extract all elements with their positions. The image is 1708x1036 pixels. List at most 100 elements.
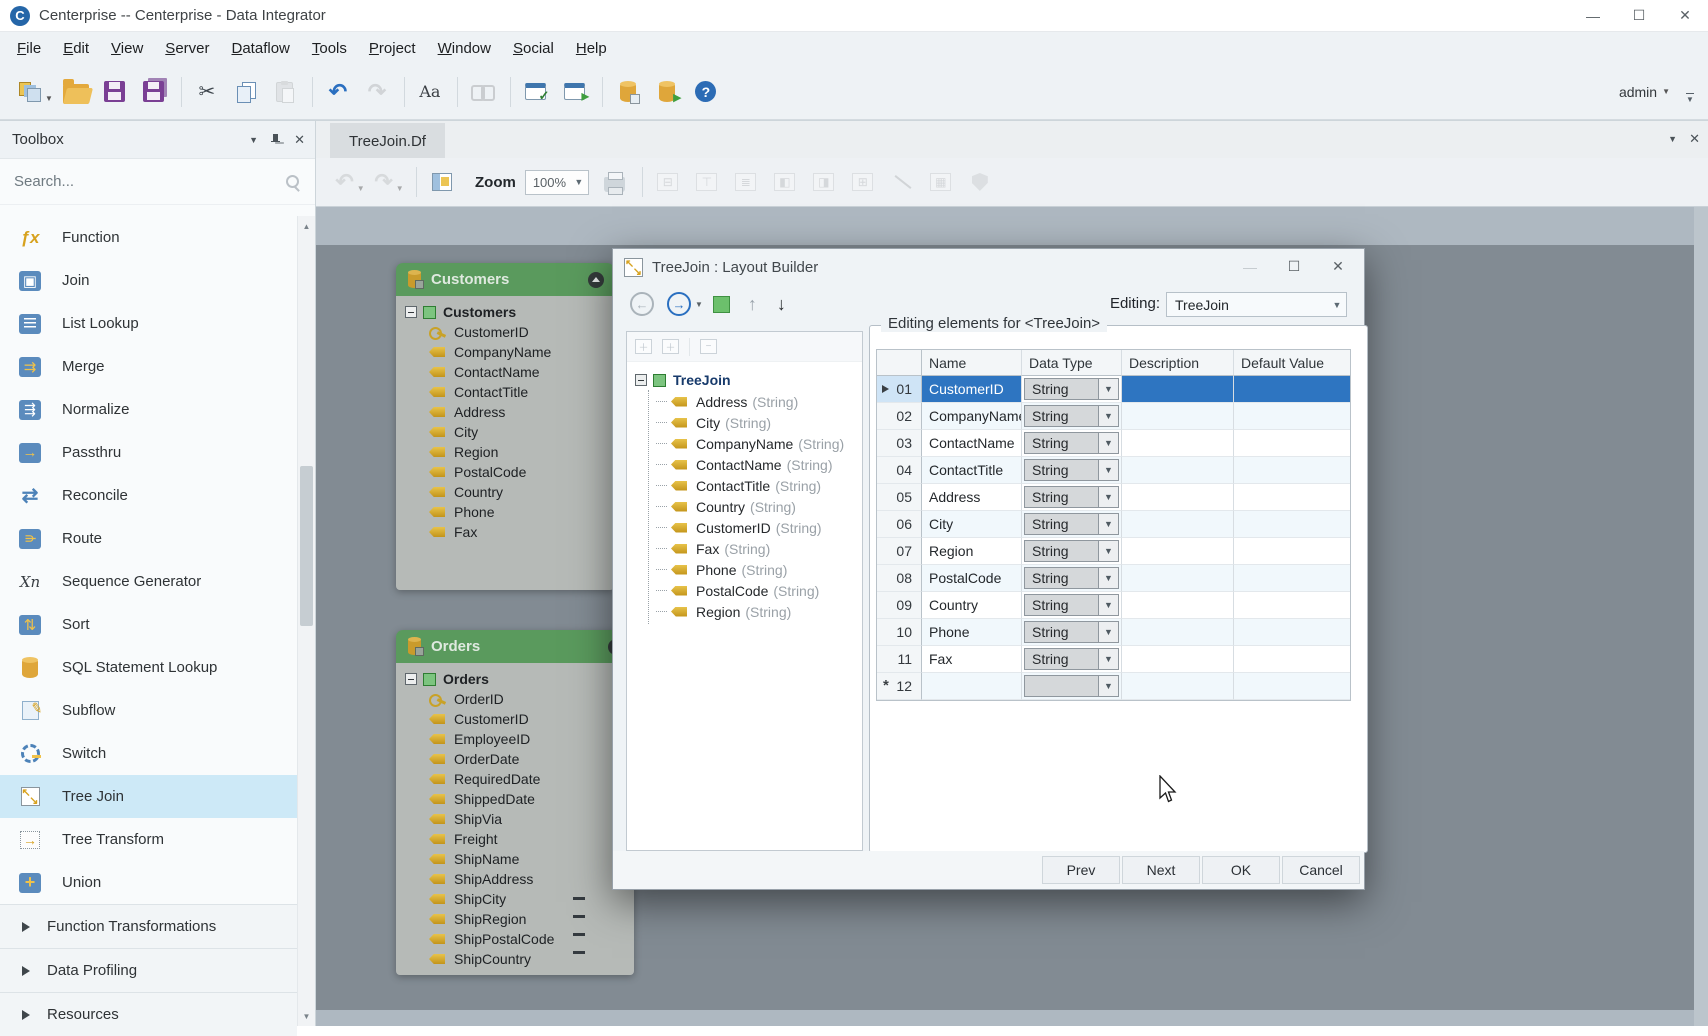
data-type-cell[interactable]: String ▼ <box>1022 538 1122 565</box>
node-header-customers[interactable]: Customers <box>396 263 614 296</box>
toolbox-item-join[interactable]: Join <box>0 259 297 302</box>
minimize-button[interactable]: — <box>1570 0 1616 31</box>
toolbox-section-resources[interactable]: Resources <box>0 992 297 1036</box>
data-type-cell[interactable]: ▼ <box>1022 673 1122 700</box>
copy-button[interactable] <box>230 73 262 111</box>
row-header-09[interactable]: 09 <box>877 592 922 619</box>
collapse-expander-icon[interactable] <box>635 374 647 386</box>
chevron-down-icon[interactable]: ▼ <box>1098 432 1119 454</box>
data-type-select[interactable]: String ▼ <box>1024 459 1119 481</box>
node-field-customerid[interactable]: CustomerID <box>405 709 634 729</box>
toolbox-item-switch[interactable]: Switch <box>0 732 297 775</box>
data-type-select[interactable]: String ▼ <box>1024 405 1119 427</box>
toolbox-item-function[interactable]: Function <box>0 216 297 259</box>
chevron-down-icon[interactable]: ▼ <box>1098 567 1119 589</box>
name-cell[interactable]: ContactTitle <box>922 457 1022 484</box>
data-type-cell[interactable]: String ▼ <box>1022 430 1122 457</box>
description-cell[interactable] <box>1122 565 1234 592</box>
menu-server[interactable]: Server <box>154 35 220 62</box>
save-all-button[interactable] <box>138 73 170 111</box>
menu-dataflow[interactable]: Dataflow <box>221 35 301 62</box>
chevron-down-icon[interactable]: ▼ <box>570 171 588 194</box>
description-cell[interactable] <box>1122 376 1234 403</box>
data-type-cell[interactable]: String ▼ <box>1022 511 1122 538</box>
zoom-select[interactable]: 100% ▼ <box>524 169 589 195</box>
description-cell[interactable] <box>1122 646 1234 673</box>
node-field-shippeddate[interactable]: ShippedDate <box>405 789 634 809</box>
menu-tools[interactable]: Tools <box>301 35 358 62</box>
data-type-cell[interactable]: String ▼ <box>1022 565 1122 592</box>
default-value-cell[interactable] <box>1234 538 1350 565</box>
row-header-11[interactable]: 11 <box>877 646 922 673</box>
navigate-forward-dropdown-icon[interactable]: ▼ <box>695 300 703 309</box>
tree-item-postalcode[interactable]: PostalCode (String) <box>635 580 862 601</box>
tree-item-phone[interactable]: Phone (String) <box>635 559 862 580</box>
name-cell[interactable] <box>922 673 1022 700</box>
node-header-orders[interactable]: Orders <box>396 630 634 663</box>
description-cell[interactable] <box>1122 430 1234 457</box>
dialog-maximize-button[interactable]: ☐ <box>1272 250 1316 283</box>
flow-node-customers[interactable]: Customers Customers CustomerID CompanyName C… <box>396 263 614 590</box>
data-type-select[interactable]: String ▼ <box>1024 432 1119 454</box>
description-cell[interactable] <box>1122 484 1234 511</box>
canvas-right-scrollbar[interactable] <box>1694 207 1708 1026</box>
chevron-down-icon[interactable]: ▼ <box>1098 513 1119 535</box>
node-field-contactname[interactable]: ContactName <box>405 362 614 382</box>
chevron-down-icon[interactable]: ▼ <box>1098 486 1119 508</box>
name-cell[interactable]: Country <box>922 592 1022 619</box>
node-field-shippostalcode[interactable]: ShipPostalCode <box>405 929 634 949</box>
grid-row-04[interactable]: 04 ContactTitle String ▼ <box>877 457 1350 484</box>
grid-row-10[interactable]: 10 Phone String ▼ <box>877 619 1350 646</box>
data-type-select[interactable]: String ▼ <box>1024 540 1119 562</box>
ok-button[interactable]: OK <box>1202 856 1280 884</box>
description-cell[interactable] <box>1122 619 1234 646</box>
help-button[interactable] <box>690 73 722 111</box>
row-header-04[interactable]: 04 <box>877 457 922 484</box>
node-field-employeeid[interactable]: EmployeeID <box>405 729 634 749</box>
node-field-country[interactable]: Country <box>405 482 614 502</box>
editing-node-select[interactable]: TreeJoin ▼ <box>1166 292 1347 317</box>
grid-row-11[interactable]: 11 Fax String ▼ <box>877 646 1350 673</box>
collapse-node-icon[interactable] <box>588 271 604 288</box>
toolbox-item-normalize[interactable]: Normalize <box>0 388 297 431</box>
grid-row-07[interactable]: 07 Region String ▼ <box>877 538 1350 565</box>
toolbox-item-union[interactable]: Union <box>0 861 297 904</box>
move-up-button[interactable]: ↑ <box>748 294 757 315</box>
toolbox-item-tree-join[interactable]: Tree Join <box>0 775 297 818</box>
node-field-companyname[interactable]: CompanyName <box>405 342 614 362</box>
toolbox-dropdown-icon[interactable]: ▼ <box>249 135 258 145</box>
close-button[interactable]: ✕ <box>1662 0 1708 31</box>
node-field-orderid[interactable]: OrderID <box>405 689 634 709</box>
toolbox-item-tree-transform[interactable]: Tree Transform <box>0 818 297 861</box>
name-cell[interactable]: CompanyName <box>922 403 1022 430</box>
node-field-customerid[interactable]: CustomerID <box>405 322 614 342</box>
default-value-cell[interactable] <box>1234 619 1350 646</box>
tree-item-region[interactable]: Region (String) <box>635 601 862 622</box>
flow-node-orders[interactable]: Orders Orders OrderID CustomerID EmployeeID O… <box>396 630 634 975</box>
row-header-08[interactable]: 08 <box>877 565 922 592</box>
grid-row-06[interactable]: 06 City String ▼ <box>877 511 1350 538</box>
data-type-cell[interactable]: String ▼ <box>1022 619 1122 646</box>
menu-file[interactable]: File <box>6 35 52 62</box>
toolbox-item-passthru[interactable]: Passthru <box>0 431 297 474</box>
grid-row-01[interactable]: 01 CustomerID String ▼ <box>877 376 1350 403</box>
node-field-orderdate[interactable]: OrderDate <box>405 749 634 769</box>
name-cell[interactable]: City <box>922 511 1022 538</box>
grid-row-03[interactable]: 03 ContactName String ▼ <box>877 430 1350 457</box>
name-cell[interactable]: ContactName <box>922 430 1022 457</box>
pin-icon[interactable] <box>271 133 281 147</box>
name-cell[interactable]: CustomerID <box>922 376 1022 403</box>
data-type-select[interactable]: String ▼ <box>1024 621 1119 643</box>
row-header-01[interactable]: 01 <box>877 376 922 403</box>
scroll-down-icon[interactable]: ▼ <box>298 1008 315 1024</box>
column-header-default-value[interactable]: Default Value <box>1234 350 1350 376</box>
toolbox-search-input[interactable]: Search... <box>0 159 315 205</box>
name-cell[interactable]: Region <box>922 538 1022 565</box>
toolbox-item-reconcile[interactable]: Reconcile <box>0 474 297 517</box>
chevron-down-icon[interactable]: ▼ <box>1098 675 1119 697</box>
grid-row-08[interactable]: 08 PostalCode String ▼ <box>877 565 1350 592</box>
description-cell[interactable] <box>1122 592 1234 619</box>
scroll-up-icon[interactable]: ▲ <box>298 218 315 234</box>
run-button[interactable] <box>651 73 683 111</box>
node-tree-root[interactable]: Orders <box>405 669 634 689</box>
